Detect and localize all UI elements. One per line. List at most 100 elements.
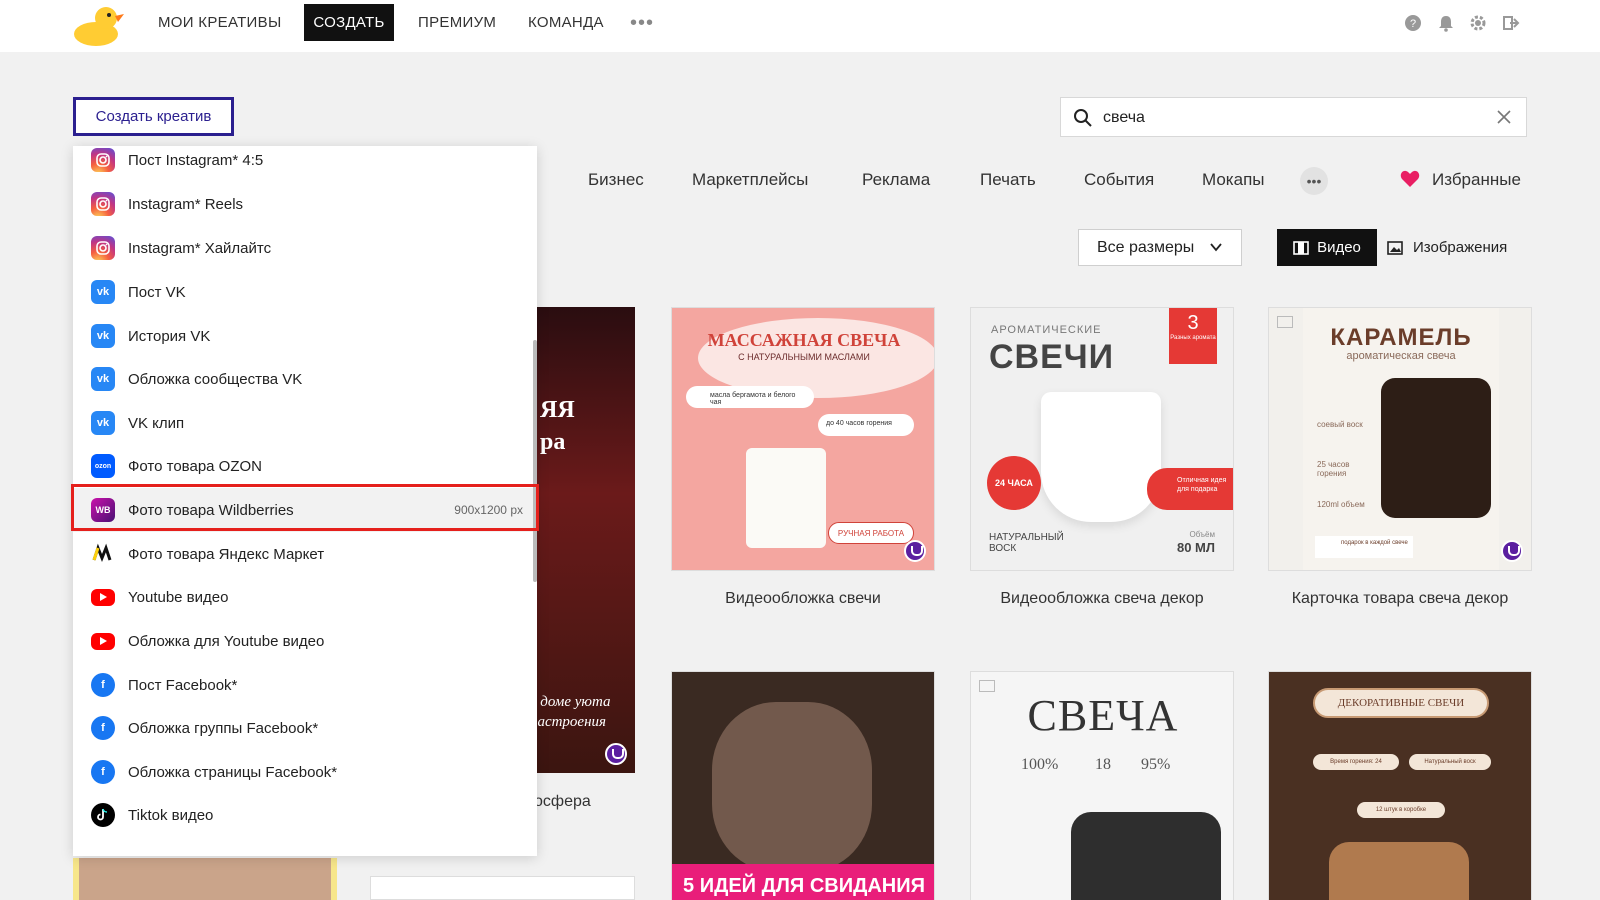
card1-headline: МАССАЖНАЯ СВЕЧА bbox=[707, 330, 901, 350]
category-events[interactable]: События bbox=[1084, 170, 1154, 190]
dropdown-item[interactable]: vk VK клип bbox=[73, 401, 537, 445]
category-mockups[interactable]: Мокапы bbox=[1202, 170, 1265, 190]
card5-stat-3: 95% bbox=[1141, 756, 1171, 773]
card2-ribbon-number: 3 bbox=[1187, 312, 1199, 334]
dropdown-item-label: VK клип bbox=[128, 414, 185, 432]
card1-title: Видеообложка свечи bbox=[725, 590, 881, 607]
video-filter-button[interactable]: Видео bbox=[1277, 229, 1377, 266]
create-creative-button[interactable]: Создать креатив bbox=[73, 97, 234, 136]
dropdown-item[interactable]: f Обложка страницы Facebook* bbox=[73, 750, 537, 794]
card6-pill-2: Натуральный воск bbox=[1409, 754, 1491, 770]
template-card-3[interactable]: КАРАМЕЛЬ ароматическая свеча соевый воск… bbox=[1268, 307, 1532, 571]
heart-icon[interactable] bbox=[1400, 170, 1420, 188]
dropdown-item-label: Пост VK bbox=[128, 283, 186, 301]
video-filter-label: Видео bbox=[1317, 239, 1361, 256]
template-card-partial[interactable]: ЯЯ ра в доме уюта настроения bbox=[520, 307, 635, 773]
vk-icon: vk bbox=[91, 280, 115, 304]
instagram-icon bbox=[91, 148, 115, 172]
settings-gear-icon[interactable] bbox=[1469, 14, 1487, 32]
card5-headline: СВЕЧА bbox=[1027, 691, 1179, 740]
card2-bottom-right: 80 МЛ bbox=[1176, 540, 1215, 555]
dropdown-item-label: Обложка сообщества VK bbox=[128, 370, 303, 388]
chevron-down-icon bbox=[1210, 243, 1222, 252]
nav-create[interactable]: СОЗДАТЬ bbox=[304, 4, 394, 41]
images-filter-button[interactable]: Изображения bbox=[1387, 229, 1507, 266]
dropdown-item[interactable]: vk Пост VK bbox=[73, 270, 537, 314]
template-card-6[interactable]: ДЕКОРАТИВНЫЕ СВЕЧИ Время горения: 24 Нат… bbox=[1268, 671, 1532, 900]
image-icon bbox=[1387, 240, 1403, 255]
vk-icon: vk bbox=[91, 367, 115, 391]
images-filter-label: Изображения bbox=[1413, 239, 1508, 256]
top-bar: МОИ КРЕАТИВЫ СОЗДАТЬ ПРЕМИУМ КОМАНДА •••… bbox=[0, 0, 1600, 52]
youtube-icon bbox=[91, 632, 115, 650]
film-icon bbox=[1293, 240, 1309, 255]
card1-subheadline: С НАТУРАЛЬНЫМИ МАСЛАМИ bbox=[738, 352, 870, 362]
dropdown-item[interactable]: f Обложка группы Facebook* bbox=[73, 706, 537, 750]
template-card-bottom-left[interactable] bbox=[73, 858, 337, 900]
dropdown-scrollbar[interactable] bbox=[533, 340, 537, 582]
dropdown-item[interactable]: Youtube видео bbox=[73, 575, 537, 619]
card6-headline: ДЕКОРАТИВНЫЕ СВЕЧИ bbox=[1313, 688, 1489, 718]
card3-feature-1: соевый воск bbox=[1317, 420, 1363, 429]
nav-premium[interactable]: ПРЕМИУМ bbox=[418, 14, 496, 31]
dropdown-item[interactable]: Tiktok видео bbox=[73, 793, 537, 837]
dropdown-item[interactable]: Обложка для Youtube видео bbox=[73, 619, 537, 663]
search-field[interactable]: свеча bbox=[1060, 97, 1527, 137]
category-print[interactable]: Печать bbox=[980, 170, 1036, 190]
dropdown-item-label: Обложка для Youtube видео bbox=[128, 632, 325, 650]
instagram-icon bbox=[91, 192, 115, 216]
template-card-2[interactable]: АРОМАТИЧЕСКИЕ СВЕЧИ 3 Разных аромата 24 … bbox=[970, 307, 1234, 571]
card2-seal: 24 ЧАСА bbox=[987, 456, 1041, 510]
template-card-4[interactable]: 5 ИДЕЙ ДЛЯ СВИДАНИЯ bbox=[671, 671, 935, 900]
category-business[interactable]: Бизнес bbox=[588, 170, 644, 190]
template-card-5[interactable]: СВЕЧА 100% 18 95% bbox=[970, 671, 1234, 900]
facebook-icon: f bbox=[91, 716, 115, 740]
youtube-icon bbox=[91, 588, 115, 606]
template-card-1[interactable]: МАССАЖНАЯ СВЕЧА С НАТУРАЛЬНЫМИ МАСЛАМИ м… bbox=[671, 307, 935, 571]
candles-photo bbox=[79, 858, 331, 900]
card1-note-3: РУЧНАЯ РАБОТА bbox=[828, 522, 914, 544]
dropdown-item[interactable]: vk Обложка сообщества VK bbox=[73, 357, 537, 401]
card1-note-2: до 40 часов горения bbox=[818, 414, 914, 436]
dropdown-item[interactable]: ozon Фото товара OZON bbox=[73, 444, 537, 488]
card5-candle-image bbox=[1071, 812, 1221, 900]
card5-stat-2: 18 bbox=[1095, 756, 1111, 773]
dropdown-item-label: Обложка группы Facebook* bbox=[128, 719, 319, 737]
dropdown-item[interactable]: Фото товара Яндекс Маркет bbox=[73, 532, 537, 576]
category-marketplaces[interactable]: Маркетплейсы bbox=[692, 170, 808, 190]
sizes-dropdown[interactable]: Все размеры bbox=[1078, 229, 1242, 266]
premium-badge-icon bbox=[904, 540, 926, 562]
partial-card-text-1: ЯЯ bbox=[540, 397, 575, 423]
ozon-icon: ozon bbox=[91, 454, 115, 478]
card2-bottom-right-label: Объём bbox=[1189, 530, 1216, 539]
tiktok-icon bbox=[91, 803, 115, 827]
duck-logo-icon[interactable] bbox=[72, 2, 124, 46]
template-card-bottom-middle[interactable] bbox=[370, 876, 635, 900]
card2-candle-image bbox=[1041, 392, 1161, 522]
categories-more-button[interactable]: ••• bbox=[1300, 167, 1328, 195]
search-input[interactable]: свеча bbox=[1103, 109, 1145, 127]
nav-my-creatives[interactable]: МОИ КРЕАТИВЫ bbox=[158, 14, 282, 31]
favorites-link[interactable]: Избранные bbox=[1432, 170, 1521, 190]
nav-team[interactable]: КОМАНДА bbox=[528, 14, 604, 31]
dropdown-item[interactable]: Instagram* Reels bbox=[73, 182, 537, 226]
svg-text:?: ? bbox=[1410, 18, 1416, 30]
nav-more-icon[interactable]: ••• bbox=[630, 12, 654, 35]
clear-icon[interactable] bbox=[1496, 109, 1512, 125]
card2-ribbon: 3 Разных аромата bbox=[1169, 308, 1217, 364]
premium-badge-icon bbox=[605, 743, 627, 765]
category-ads[interactable]: Реклама bbox=[862, 170, 930, 190]
card1-note-1: масла бергамота и белого чая bbox=[686, 386, 814, 408]
bell-icon[interactable] bbox=[1437, 14, 1455, 32]
card5-stat-1: 100% bbox=[1021, 756, 1059, 773]
dropdown-item[interactable]: Instagram* Хайлайтс bbox=[73, 226, 537, 270]
partial-card-caption: в доме уюта настроения bbox=[530, 694, 611, 730]
dropdown-item[interactable]: f Пост Facebook* bbox=[73, 663, 537, 707]
dropdown-item[interactable]: vk История VK bbox=[73, 314, 537, 358]
card6-pill-3: 12 штук в коробке bbox=[1357, 802, 1445, 818]
card2-top-label: АРОМАТИЧЕСКИЕ bbox=[991, 324, 1102, 336]
help-icon[interactable]: ? bbox=[1404, 14, 1422, 32]
logout-icon[interactable] bbox=[1502, 14, 1520, 32]
card6-candles-image bbox=[1329, 842, 1469, 900]
dropdown-item[interactable]: Пост Instagram* 4:5 bbox=[73, 146, 537, 182]
